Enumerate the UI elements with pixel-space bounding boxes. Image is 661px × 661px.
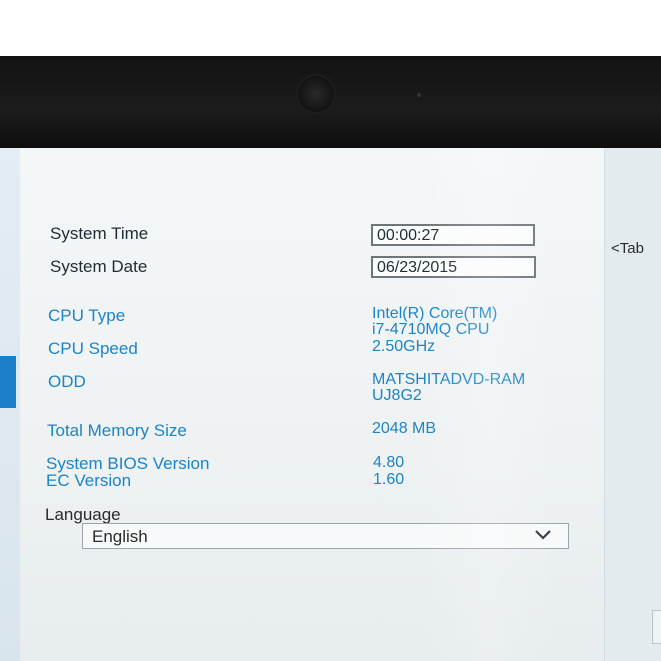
cpu-type-value-line1: Intel(R) Core(TM) [372,305,498,322]
system-time-label: System Time [50,224,149,243]
webcam-indicator [417,93,421,97]
system-date-label: System Date [50,257,148,276]
odd-label: ODD [48,372,86,391]
cpu-type-value-line2: i7-4710MQ CPU [372,321,490,338]
ec-version-value: 1.60 [373,471,405,488]
webcam-icon [298,76,334,112]
bios-screen-photo: <Tab System Time 00:00:27 System Date 06… [0,0,661,661]
total-memory-label: Total Memory Size [47,421,187,440]
odd-value-line1: MATSHITADVD-RAM [372,371,526,388]
language-select[interactable]: English [82,523,569,549]
system-time-field[interactable]: 00:00:27 [371,224,535,246]
ec-version-label: EC Version [46,471,132,490]
left-menu-selected-item[interactable] [0,356,16,408]
help-panel-scroll-box [652,610,661,644]
total-memory-value: 2048 MB [372,420,437,437]
cpu-speed-value: 2.50GHz [372,338,436,355]
chevron-down-icon[interactable] [534,527,552,543]
language-label: Language [45,505,121,524]
bios-version-value: 4.80 [373,454,405,471]
system-date-field[interactable]: 06/23/2015 [371,256,536,278]
cpu-speed-label: CPU Speed [48,339,138,358]
cpu-type-label: CPU Type [48,306,126,325]
odd-value-line2: UJ8G2 [372,387,422,404]
photo-top-margin [0,0,661,56]
tab-hint-text: <Tab [611,240,644,257]
language-selected-value: English [92,527,148,546]
help-panel [604,148,661,661]
